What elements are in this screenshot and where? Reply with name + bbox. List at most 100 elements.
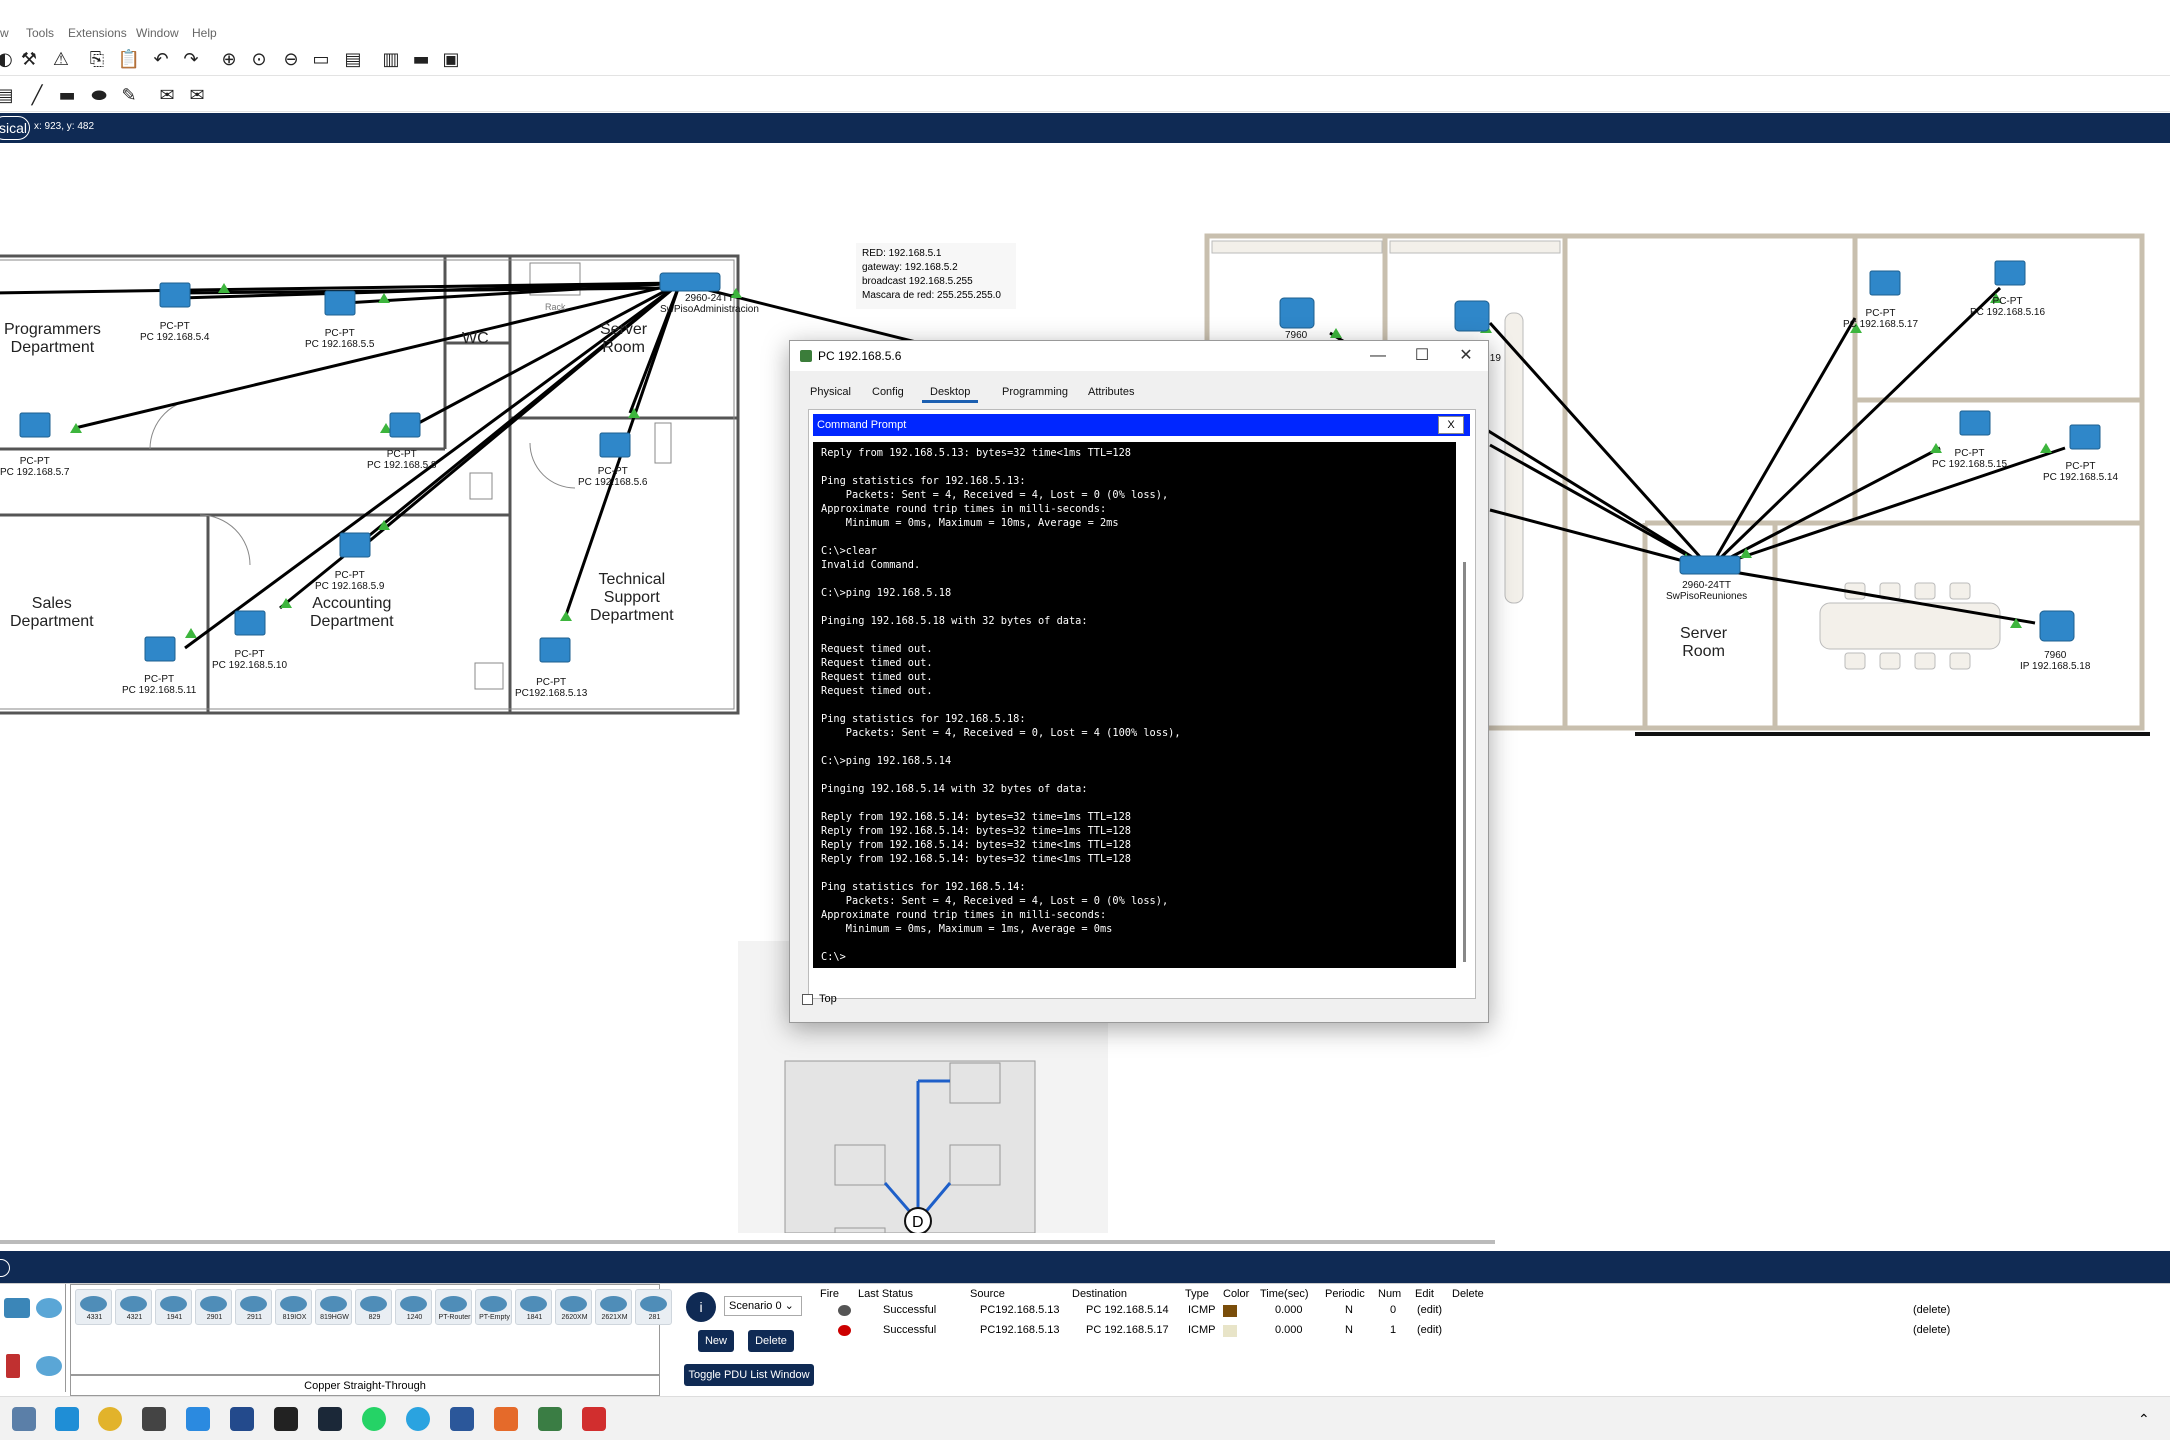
terminal-output[interactable]: Reply from 192.168.5.13: bytes=32 time<1…: [813, 442, 1456, 968]
copy-icon[interactable]: ⎘: [86, 49, 108, 70]
device-pt-empty[interactable]: PT-Empty: [475, 1289, 512, 1325]
undo-icon[interactable]: ↶: [150, 49, 172, 70]
physical-mode-tab[interactable]: sical: [0, 116, 30, 140]
pc-label[interactable]: PC-PT PC 192.168.5.9: [315, 570, 385, 592]
ellipse-icon[interactable]: ⬬: [88, 85, 110, 106]
zoom-out-icon[interactable]: ⊖: [280, 49, 302, 70]
cloud-icon[interactable]: [36, 1356, 62, 1376]
pc-label[interactable]: PC-PT PC 192.168.5.8: [367, 449, 437, 471]
network-devices-icon[interactable]: [4, 1298, 30, 1318]
pdu-delete-link[interactable]: (delete): [1913, 1304, 1950, 1316]
device-819iox[interactable]: 819IOX: [275, 1289, 312, 1325]
top-checkbox[interactable]: Top: [802, 993, 837, 1005]
pc-config-dialog[interactable]: PC 192.168.5.6 — ☐ ✕ Physical Config Des…: [789, 340, 1489, 1023]
device-4321[interactable]: 4321: [115, 1289, 152, 1325]
epic-games-icon[interactable]: [274, 1407, 298, 1431]
device-2620xm[interactable]: 2620XM: [555, 1289, 592, 1325]
pc-label[interactable]: PC-PT PC 192.168.5.11: [122, 674, 196, 696]
pc-label[interactable]: PC-PT PC 192.168.5.5: [305, 328, 375, 350]
scenario-select[interactable]: Scenario 0 ⌄: [724, 1296, 802, 1316]
complex-pdu-icon[interactable]: ✉: [186, 85, 208, 106]
chevron-up-icon[interactable]: ⌃: [2138, 1411, 2154, 1427]
close-icon[interactable]: ✕: [1444, 341, 1488, 371]
device-1941[interactable]: 1941: [155, 1289, 192, 1325]
device-pt-router[interactable]: PT-Router: [435, 1289, 472, 1325]
telegram-icon[interactable]: [406, 1407, 430, 1431]
word-icon[interactable]: [450, 1407, 474, 1431]
image-viewer-icon[interactable]: [12, 1407, 36, 1431]
pc-label[interactable]: PC-PT PC 192.168.5.16: [1970, 296, 2045, 318]
menu-item-view[interactable]: w: [0, 26, 9, 40]
pc-label[interactable]: PC-PT PC192.168.5.13: [515, 677, 587, 699]
scrollbar-thumb[interactable]: [1463, 562, 1466, 962]
paste-icon[interactable]: 📋: [118, 49, 140, 70]
physical-workspace[interactable]: D RED: 192.168.5.1 gateway: 192.168.5.2 …: [0, 143, 2170, 1233]
pc-label[interactable]: PC-PT PC 192.168.5.6: [578, 466, 648, 488]
palette-icon[interactable]: ▤: [342, 49, 364, 70]
device-819hgw[interactable]: 819HGW: [315, 1289, 352, 1325]
routers-icon[interactable]: [36, 1298, 62, 1318]
zoom-in-icon[interactable]: ⊕: [218, 49, 240, 70]
tab-programming[interactable]: Programming: [994, 381, 1076, 403]
vscode-icon[interactable]: [186, 1407, 210, 1431]
freeform-icon[interactable]: ✎: [118, 85, 140, 106]
git-icon[interactable]: [494, 1407, 518, 1431]
end-devices-icon[interactable]: [6, 1354, 20, 1378]
fire-icon[interactable]: [838, 1325, 851, 1336]
fire-icon[interactable]: [838, 1305, 851, 1316]
tab-desktop[interactable]: Desktop: [922, 381, 979, 403]
switch-label-reuniones[interactable]: 2960-24TT SwPisoReuniones: [1666, 580, 1747, 602]
image-icon[interactable]: ▣: [440, 49, 462, 70]
device-4331[interactable]: 4331: [75, 1289, 112, 1325]
acrobat-icon[interactable]: [582, 1407, 606, 1431]
device-2911[interactable]: 2911: [235, 1289, 272, 1325]
chrome-icon[interactable]: [98, 1407, 122, 1431]
tab-config[interactable]: Config: [864, 381, 912, 403]
realtime-icon[interactable]: [0, 1259, 10, 1277]
device-281[interactable]: 281: [635, 1289, 672, 1325]
phone-label[interactable]: 7960 IP 192.168.5.18: [2020, 650, 2090, 672]
menu-item-extensions[interactable]: Extensions: [68, 26, 127, 40]
viewport-icon[interactable]: ▭: [310, 49, 332, 70]
new-scenario-button[interactable]: New: [698, 1330, 734, 1352]
device-2621xm[interactable]: 2621XM: [595, 1289, 632, 1325]
pdu-edit-link[interactable]: (edit): [1417, 1304, 1442, 1316]
inspect-icon[interactable]: ⚠: [50, 49, 72, 70]
switch-label-admin[interactable]: 2960-24TT SwPisoAdministracion: [660, 293, 759, 315]
device-829[interactable]: 829: [355, 1289, 392, 1325]
device-template-icon[interactable]: ▬: [410, 49, 432, 70]
toggle-pdu-list-button[interactable]: Toggle PDU List Window: [684, 1364, 814, 1386]
tab-physical[interactable]: Physical: [802, 381, 859, 403]
redo-icon[interactable]: ↷: [180, 49, 202, 70]
activity-wizard-icon[interactable]: ◐: [0, 49, 16, 70]
pc-label[interactable]: PC-PT PC 192.168.5.4: [140, 321, 210, 343]
whatsapp-icon[interactable]: [362, 1407, 386, 1431]
menu-item-tools[interactable]: Tools: [26, 26, 54, 40]
pc-label[interactable]: PC-PT PC 192.168.5.14: [2043, 461, 2118, 483]
pc-label[interactable]: PC-PT PC 192.168.5.7: [0, 456, 70, 478]
line-icon[interactable]: ╱: [26, 85, 48, 106]
powershell-icon[interactable]: [230, 1407, 254, 1431]
tab-attributes[interactable]: Attributes: [1080, 381, 1142, 403]
steam-icon[interactable]: [318, 1407, 342, 1431]
menu-item-window[interactable]: Window: [136, 26, 179, 40]
pdu-delete-link[interactable]: (delete): [1913, 1324, 1950, 1336]
zoom-reset-icon[interactable]: ⊙: [248, 49, 270, 70]
pdu-edit-link[interactable]: (edit): [1417, 1324, 1442, 1336]
pc-label[interactable]: PC-PT PC 192.168.5.15: [1932, 448, 2007, 470]
command-prompt-close-button[interactable]: X: [1438, 416, 1464, 434]
select-icon[interactable]: ▤: [0, 85, 16, 106]
custom-device-icon[interactable]: ⚒: [18, 49, 40, 70]
device-2901[interactable]: 2901: [195, 1289, 232, 1325]
device-1240[interactable]: 1240: [395, 1289, 432, 1325]
notes-icon[interactable]: ▥: [380, 49, 402, 70]
maximize-icon[interactable]: ☐: [1400, 341, 1444, 371]
workspace-hscrollbar[interactable]: [0, 1233, 2170, 1251]
simple-pdu-icon[interactable]: ✉: [156, 85, 178, 106]
device-1841[interactable]: 1841: [515, 1289, 552, 1325]
pc-label[interactable]: PC-PT PC 192.168.5.10: [212, 649, 287, 671]
file-explorer-icon[interactable]: [55, 1407, 79, 1431]
pc-label[interactable]: PC-PT PC 192.168.5.17: [1843, 308, 1918, 330]
minimize-icon[interactable]: —: [1356, 341, 1400, 371]
terminal-scrollbar[interactable]: [1459, 442, 1471, 968]
